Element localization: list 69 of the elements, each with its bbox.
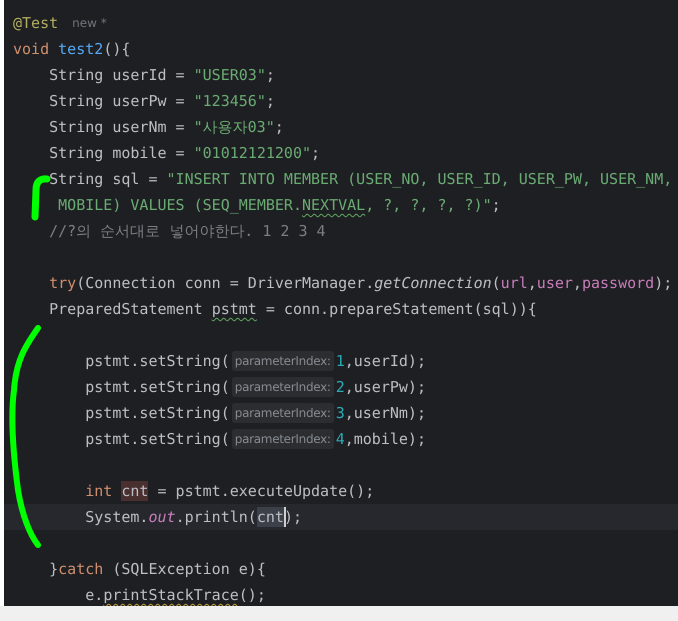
- code-text: ;: [492, 195, 501, 215]
- code-text: getConnection: [374, 273, 492, 293]
- code-text: String userPw =: [48, 91, 186, 111]
- code-text: url: [500, 273, 528, 293]
- code-text: int: [84, 481, 114, 501]
- code-text: ;: [311, 143, 320, 163]
- code-text: }: [48, 559, 58, 579]
- code-text: 3: [336, 403, 345, 423]
- code-text: MOBILE) VALUES (SEQ_MEMBER.: [57, 195, 302, 215]
- code-text: "사용자03": [194, 117, 275, 137]
- code-text: );: [284, 507, 302, 527]
- code-text: printStackTrace: [103, 585, 239, 605]
- code-text: 1: [336, 351, 345, 371]
- code-text: (){: [103, 39, 130, 59]
- parameter-hint: parameterIndex:: [232, 377, 334, 397]
- code-text: (: [492, 273, 501, 293]
- code-text: "123456": [194, 91, 266, 111]
- code-text: = pstmt.executeUpdate();: [156, 481, 374, 501]
- code-text: "01012121200": [194, 143, 312, 163]
- code-text: pstmt.setString(: [84, 377, 230, 397]
- code-text: .println(: [176, 507, 257, 527]
- code-text: ,mobile);: [344, 429, 426, 449]
- code-text: String userNm =: [48, 117, 186, 137]
- code-text: cnt: [256, 507, 284, 527]
- code-text: ,userNm);: [344, 403, 426, 423]
- code-text: ,userId);: [344, 351, 426, 371]
- code-text: pstmt: [212, 299, 257, 319]
- code-text: pstmt.setString(: [84, 429, 230, 449]
- code-editor[interactable]: [4, 0, 678, 606]
- code-text: "USER03": [194, 65, 266, 85]
- code-text: ;: [274, 117, 284, 137]
- code-text: catch: [58, 559, 104, 579]
- code-text: ;: [266, 91, 275, 111]
- code-text: "INSERT INTO MEMBER (USER_NO, USER_ID, USER_PW, USER_NM,: [166, 169, 672, 189]
- code-text: 2: [336, 377, 345, 397]
- code-text: );: [654, 273, 672, 293]
- code-text: e.: [84, 585, 104, 605]
- code-text: , ?, ?, ?, ?)": [365, 195, 492, 215]
- code-text: password: [582, 273, 654, 293]
- code-text: @Test: [13, 13, 58, 33]
- code-text: pstmt.setString(: [84, 351, 230, 371]
- marker-stroke: [32, 175, 50, 220]
- code-text: user: [536, 273, 573, 293]
- parameter-hint: parameterIndex:: [232, 403, 334, 423]
- code-text: String mobile =: [48, 143, 186, 163]
- code-text: (SQLException e){: [111, 559, 266, 579]
- code-text: PreparedStatement: [48, 299, 204, 319]
- author-hint: new *: [72, 15, 107, 32]
- code-text: ,: [572, 273, 582, 293]
- code-text: 4: [336, 429, 345, 449]
- code-text: cnt: [121, 481, 148, 501]
- code-text: ;: [266, 65, 275, 85]
- code-text: ();: [238, 585, 266, 605]
- code-comment: //?의 순서대로 넣어야한다. 1 2 3 4: [48, 221, 326, 241]
- code-text: ,: [528, 273, 537, 293]
- code-text: String userId =: [48, 65, 186, 85]
- code-text: = conn.prepareStatement(sql)){: [264, 299, 537, 319]
- code-text: System.: [84, 507, 148, 527]
- code-text: try: [48, 273, 76, 293]
- parameter-hint: parameterIndex:: [232, 429, 334, 449]
- code-text: ,userPw);: [344, 377, 426, 397]
- code-text: (Connection conn = DriverManager.: [76, 273, 374, 293]
- code-text: out: [148, 507, 176, 527]
- code-text: pstmt.setString(: [84, 403, 230, 423]
- parameter-hint: parameterIndex:: [232, 351, 334, 371]
- code-text: String sql =: [48, 169, 158, 189]
- code-text: test2: [58, 39, 104, 59]
- code-text: void: [13, 39, 50, 59]
- code-text: NEXTVAL: [302, 195, 366, 215]
